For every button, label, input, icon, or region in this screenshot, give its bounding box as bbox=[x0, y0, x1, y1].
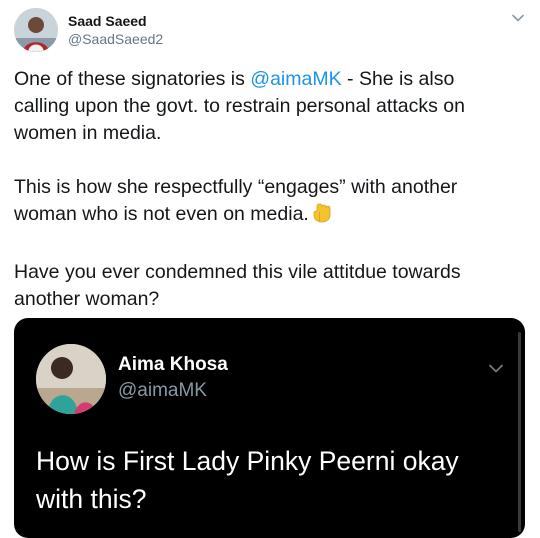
tweet-text: One of these signatories is @aimaMK - Sh… bbox=[14, 66, 530, 313]
tweet-text-line: calling upon the govt. to restrain perso… bbox=[14, 95, 465, 117]
avatar-photo bbox=[14, 8, 58, 52]
author-name[interactable]: Saad Saeed bbox=[68, 13, 147, 29]
text-span: woman who is not even on media. bbox=[14, 203, 309, 225]
text-span: - She is also bbox=[341, 68, 455, 90]
embedded-author-name: Aima Khosa bbox=[118, 354, 228, 375]
tweet-text-line: One of these signatories is @aimaMK - Sh… bbox=[14, 66, 530, 93]
tweet-text-line: another woman? bbox=[14, 288, 160, 310]
embedded-text-line: How is First Lady Pinky Peerni okay bbox=[36, 446, 459, 476]
author-handle[interactable]: @SaadSaeed2 bbox=[68, 31, 163, 47]
embedded-author-handle: @aimaMK bbox=[118, 380, 207, 401]
embedded-tweet-text: How is First Lady Pinky Peerni okay with… bbox=[36, 442, 516, 518]
chevron-down-icon bbox=[512, 14, 524, 22]
embedded-menu-caret bbox=[486, 360, 506, 376]
embedded-screenshot[interactable]: Aima Khosa @aimaMK How is First Lady Pin… bbox=[14, 318, 525, 538]
embedded-author-avatar bbox=[36, 344, 106, 414]
tweet-card: Saad Saeed @SaadSaeed2 One of these sign… bbox=[0, 0, 540, 538]
backhand-index-pointing-down-icon bbox=[313, 202, 333, 232]
embedded-avatar-photo bbox=[36, 344, 106, 414]
tweet-text-line: Have you ever condemned this vile attitd… bbox=[14, 261, 461, 283]
tweet-text-line: woman who is not even on media. bbox=[14, 201, 530, 232]
mention-link[interactable]: @aimaMK bbox=[250, 68, 341, 90]
embedded-scrollbar bbox=[518, 332, 521, 532]
tweet-text-line: women in media. bbox=[14, 122, 162, 144]
text-span: One of these signatories is bbox=[14, 68, 251, 90]
author-avatar[interactable] bbox=[14, 8, 58, 52]
chevron-down-icon bbox=[489, 364, 503, 372]
embedded-text-line: with this? bbox=[36, 484, 147, 514]
tweet-menu-button[interactable] bbox=[508, 10, 528, 26]
tweet-text-line: This is how she respectfully “engages” w… bbox=[14, 176, 458, 198]
